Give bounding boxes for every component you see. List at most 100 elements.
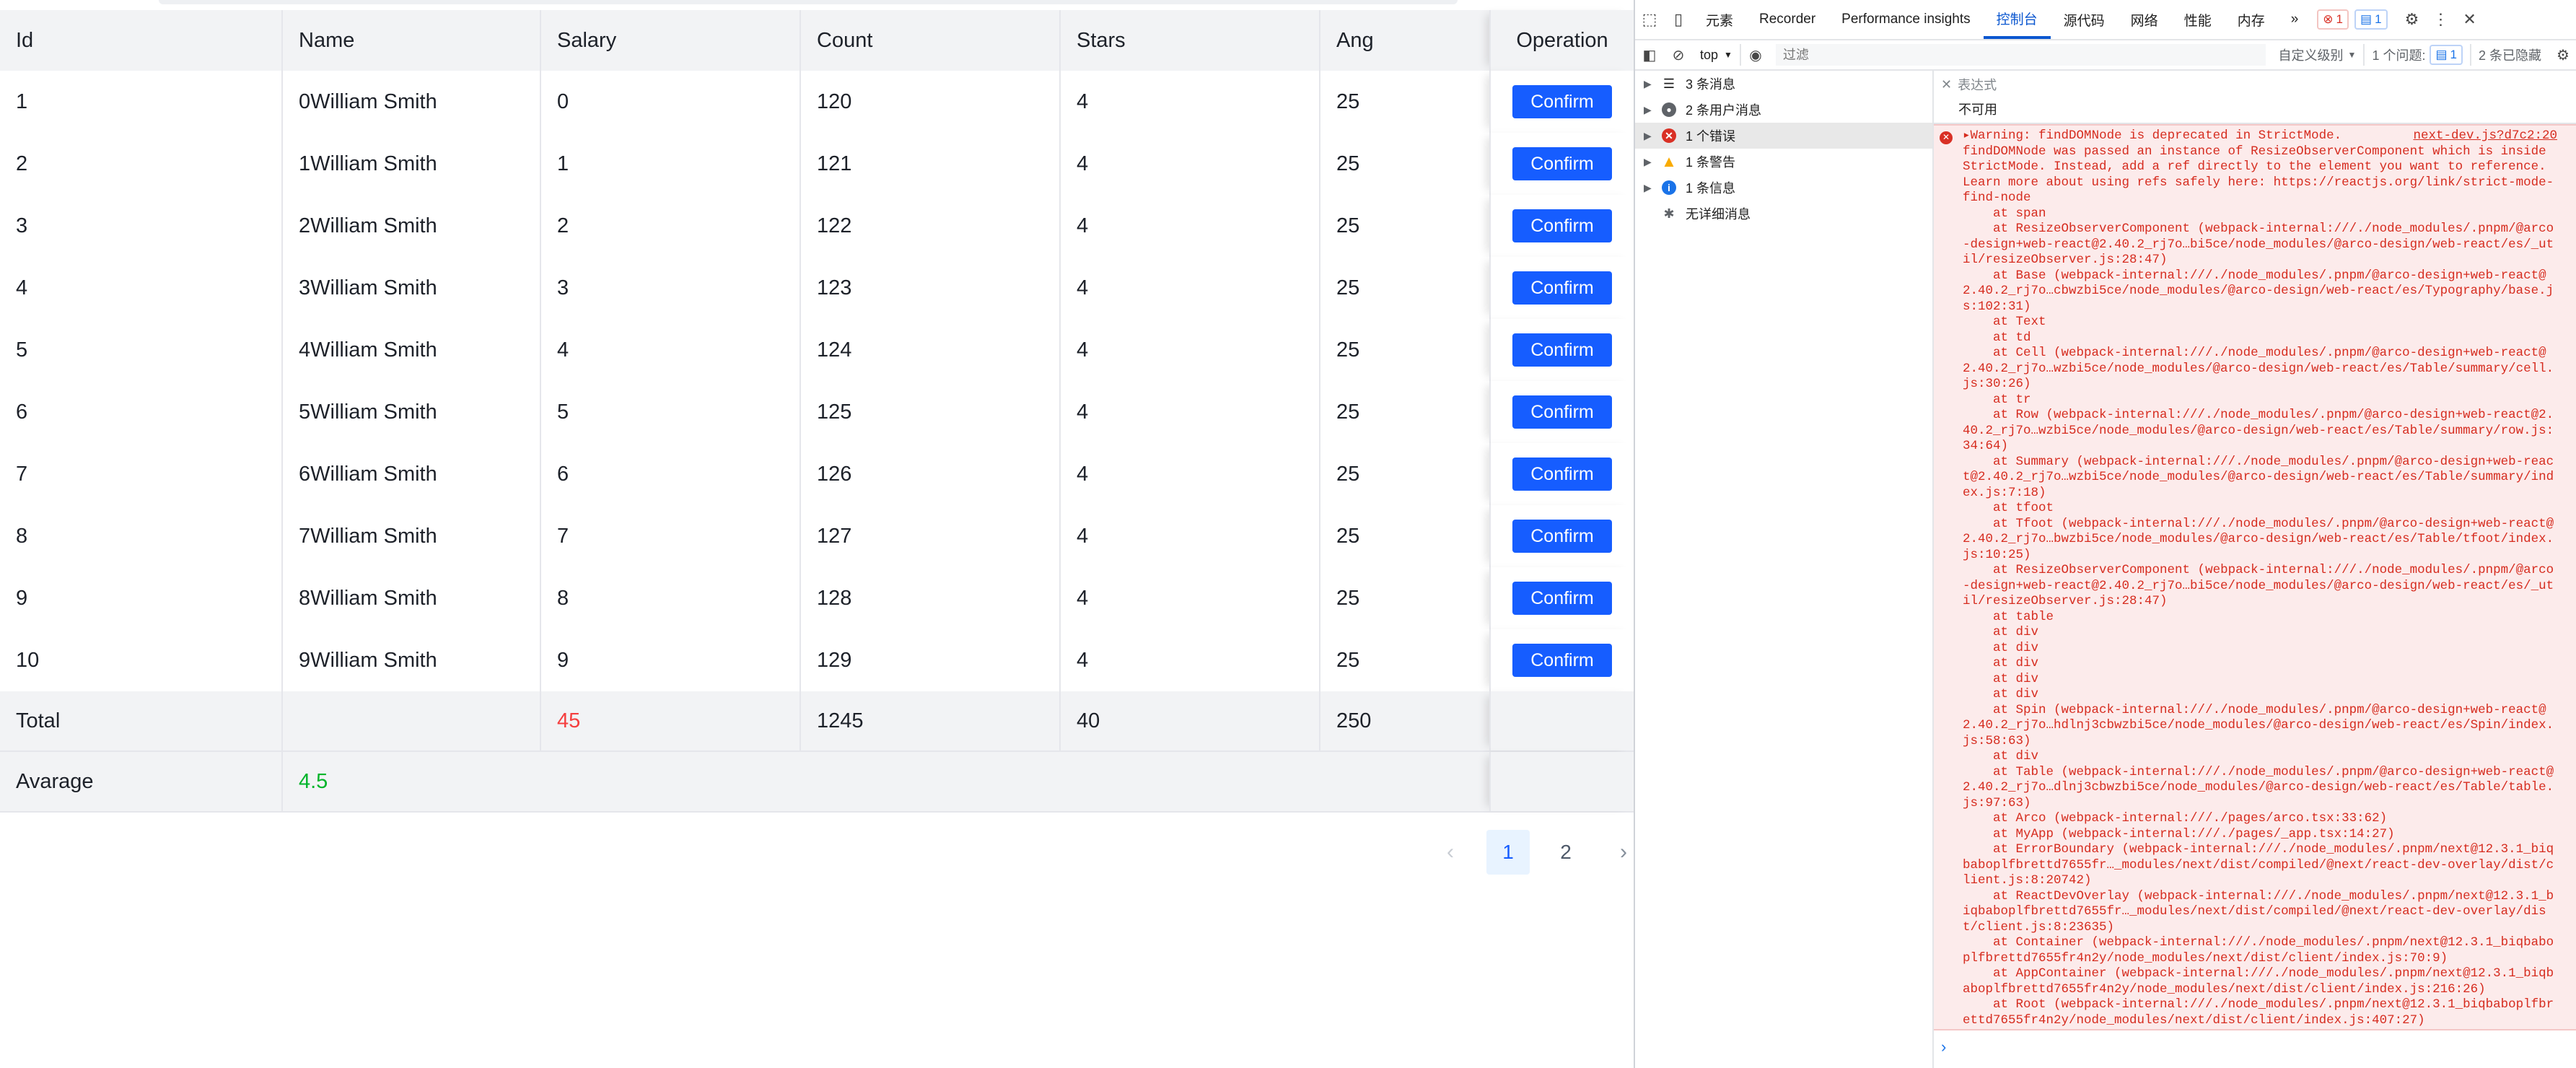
- kebab-menu-icon[interactable]: ⋮: [2427, 0, 2455, 39]
- sidebar-item-messages[interactable]: ▶ ☰ 3 条消息: [1635, 71, 1932, 97]
- tab-performance-insights[interactable]: Performance insights: [1828, 0, 1983, 39]
- cell-id: 8: [16, 524, 28, 548]
- settings-gear-icon[interactable]: ⚙: [2398, 0, 2427, 39]
- cell-salary: 3: [540, 257, 799, 319]
- error-count-badge[interactable]: ⊗ 1: [2317, 9, 2349, 30]
- inspect-element-icon[interactable]: ⬚: [1635, 0, 1664, 39]
- cell-stars: 4: [1059, 443, 1319, 505]
- devtools-tabbar: ⬚ ▯ 元素 Recorder Performance insights 控制台…: [1635, 0, 2576, 40]
- header-name: Name: [281, 10, 540, 71]
- error-badge-count: 1: [2336, 12, 2344, 26]
- devtools-panel: ⬚ ▯ 元素 Recorder Performance insights 控制台…: [1634, 0, 2576, 1068]
- cell-count: 126: [799, 443, 1059, 505]
- live-expression-eye-icon[interactable]: ◉: [1741, 40, 1770, 69]
- cell-operation: Confirm: [1489, 195, 1634, 257]
- tab-recorder[interactable]: Recorder: [1746, 0, 1828, 39]
- confirm-button[interactable]: Confirm: [1512, 85, 1612, 118]
- cell-operation: Confirm: [1489, 567, 1634, 629]
- tab-network[interactable]: 网络: [2118, 0, 2171, 39]
- cell-id: 3: [16, 214, 28, 237]
- cell-name: 8William Smith: [281, 567, 540, 629]
- context-selector[interactable]: top ▼: [1693, 44, 1741, 66]
- confirm-button[interactable]: Confirm: [1512, 209, 1612, 242]
- error-stack-line: at div: [1963, 640, 2039, 655]
- confirm-button[interactable]: Confirm: [1512, 458, 1612, 491]
- error-stack-line: at table: [1963, 609, 2054, 624]
- tab-sources[interactable]: 源代码: [2051, 0, 2118, 39]
- error-message[interactable]: ✕ next-dev.js?d7c2:20 ▸Warning: findDOMN…: [1934, 124, 2576, 1030]
- confirm-button[interactable]: Confirm: [1512, 333, 1612, 367]
- cell-stars: 4: [1059, 567, 1319, 629]
- close-expression-icon[interactable]: ✕: [1941, 77, 1952, 92]
- table-row: 2 1William Smith 1 121 4 25 Confirm: [0, 133, 1634, 196]
- cell-operation: Confirm: [1489, 319, 1634, 381]
- cell-ang: 25: [1319, 71, 1489, 133]
- prev-page-button[interactable]: ‹: [1429, 830, 1472, 875]
- header-count: Count: [799, 10, 1059, 71]
- page-1-button[interactable]: 1: [1486, 830, 1530, 875]
- error-stack-line: at ErrorBoundary (webpack-internal:///./…: [1963, 842, 2554, 888]
- console-settings-gear-icon[interactable]: ⚙: [2549, 40, 2576, 69]
- sidebar-item-verbose[interactable]: ✱ 无详细消息: [1635, 201, 1932, 227]
- error-stack-line: at td: [1963, 330, 2031, 345]
- data-table: Id Name Salary Count Stars Ang Operation…: [0, 10, 1634, 813]
- tab-elements[interactable]: 元素: [1693, 0, 1746, 39]
- sidebar-item-user-messages[interactable]: ▶ ● 2 条用户消息: [1635, 97, 1932, 123]
- cell-id: 2: [16, 152, 28, 175]
- cell-stars: 4: [1059, 319, 1319, 381]
- table-row: 1 0William Smith 0 120 4 25 Confirm: [0, 71, 1634, 134]
- summary-total-label: Total: [16, 709, 61, 732]
- table-row: 5 4William Smith 4 124 4 25 Confirm: [0, 319, 1634, 382]
- sidebar-toggle-icon[interactable]: ◧: [1635, 40, 1664, 69]
- context-value: top: [1700, 47, 1719, 62]
- more-tabs-icon[interactable]: »: [2278, 0, 2312, 39]
- tab-console[interactable]: 控制台: [1983, 0, 2051, 39]
- issues-button[interactable]: 1 个问题: ▤ 1: [2363, 44, 2470, 66]
- cell-name: 7William Smith: [281, 505, 540, 567]
- sidebar-item-errors[interactable]: ▶ ✕ 1 个错误: [1635, 123, 1932, 149]
- device-toggle-icon[interactable]: ▯: [1664, 0, 1693, 39]
- error-stack-line: at ReactDevOverlay (webpack-internal:///…: [1963, 888, 2554, 934]
- cell-salary: 9: [540, 629, 799, 691]
- cell-salary: 8: [540, 567, 799, 629]
- cell-ang: 25: [1319, 505, 1489, 567]
- hidden-messages-label: 2 条已隐藏: [2469, 44, 2549, 66]
- message-count-badge[interactable]: ▤ 1: [2354, 9, 2388, 30]
- cell-id: 10: [16, 648, 40, 672]
- issues-badge: ▤ 1: [2430, 45, 2463, 65]
- log-levels-dropdown[interactable]: 自定义级别 ▼: [2271, 44, 2364, 66]
- confirm-button[interactable]: Confirm: [1512, 271, 1612, 305]
- sidebar-item-label: 1 条警告: [1686, 155, 1736, 170]
- sidebar-item-warnings[interactable]: ▶ ▲ 1 条警告: [1635, 149, 1932, 175]
- table-row: 10 9William Smith 9 129 4 25 Confirm: [0, 629, 1634, 693]
- error-stack-line: at div: [1963, 671, 2039, 686]
- cell-ang: 25: [1319, 195, 1489, 257]
- confirm-button[interactable]: Confirm: [1512, 147, 1612, 180]
- error-stack-line: at Container (webpack-internal:///./node…: [1963, 935, 2554, 966]
- error-source-link[interactable]: next-dev.js?d7c2:20: [2413, 128, 2557, 144]
- app-page: Id Name Salary Count Stars Ang Operation…: [0, 0, 1634, 1068]
- info-icon: i: [1658, 180, 1680, 196]
- confirm-button[interactable]: Confirm: [1512, 582, 1612, 615]
- caret-right-icon: ▶: [1644, 103, 1652, 115]
- console-prompt-icon[interactable]: ›: [1941, 1038, 1946, 1056]
- table-row: 3 2William Smith 2 122 4 25 Confirm: [0, 195, 1634, 258]
- page-2-button[interactable]: 2: [1544, 830, 1587, 875]
- confirm-button[interactable]: Confirm: [1512, 395, 1612, 429]
- error-stack-line: at Root (webpack-internal:///./node_modu…: [1963, 997, 2554, 1028]
- sidebar-item-info[interactable]: ▶ i 1 条信息: [1635, 175, 1932, 201]
- cell-name: 3William Smith: [281, 257, 540, 319]
- close-devtools-icon[interactable]: ✕: [2455, 0, 2484, 39]
- clear-console-icon[interactable]: ⊘: [1664, 40, 1693, 69]
- confirm-button[interactable]: Confirm: [1512, 644, 1612, 677]
- cell-salary: 7: [540, 505, 799, 567]
- issues-badge-icon: ▤: [2435, 48, 2448, 61]
- caret-right-icon: ▶: [1644, 129, 1652, 141]
- console-filter-input[interactable]: [1775, 44, 2266, 66]
- summary-total-name: [281, 691, 540, 750]
- header-ang: Ang: [1319, 10, 1489, 71]
- confirm-button[interactable]: Confirm: [1512, 520, 1612, 553]
- next-page-button[interactable]: ›: [1602, 830, 1634, 875]
- tab-performance[interactable]: 性能: [2171, 0, 2225, 39]
- tab-memory[interactable]: 内存: [2225, 0, 2278, 39]
